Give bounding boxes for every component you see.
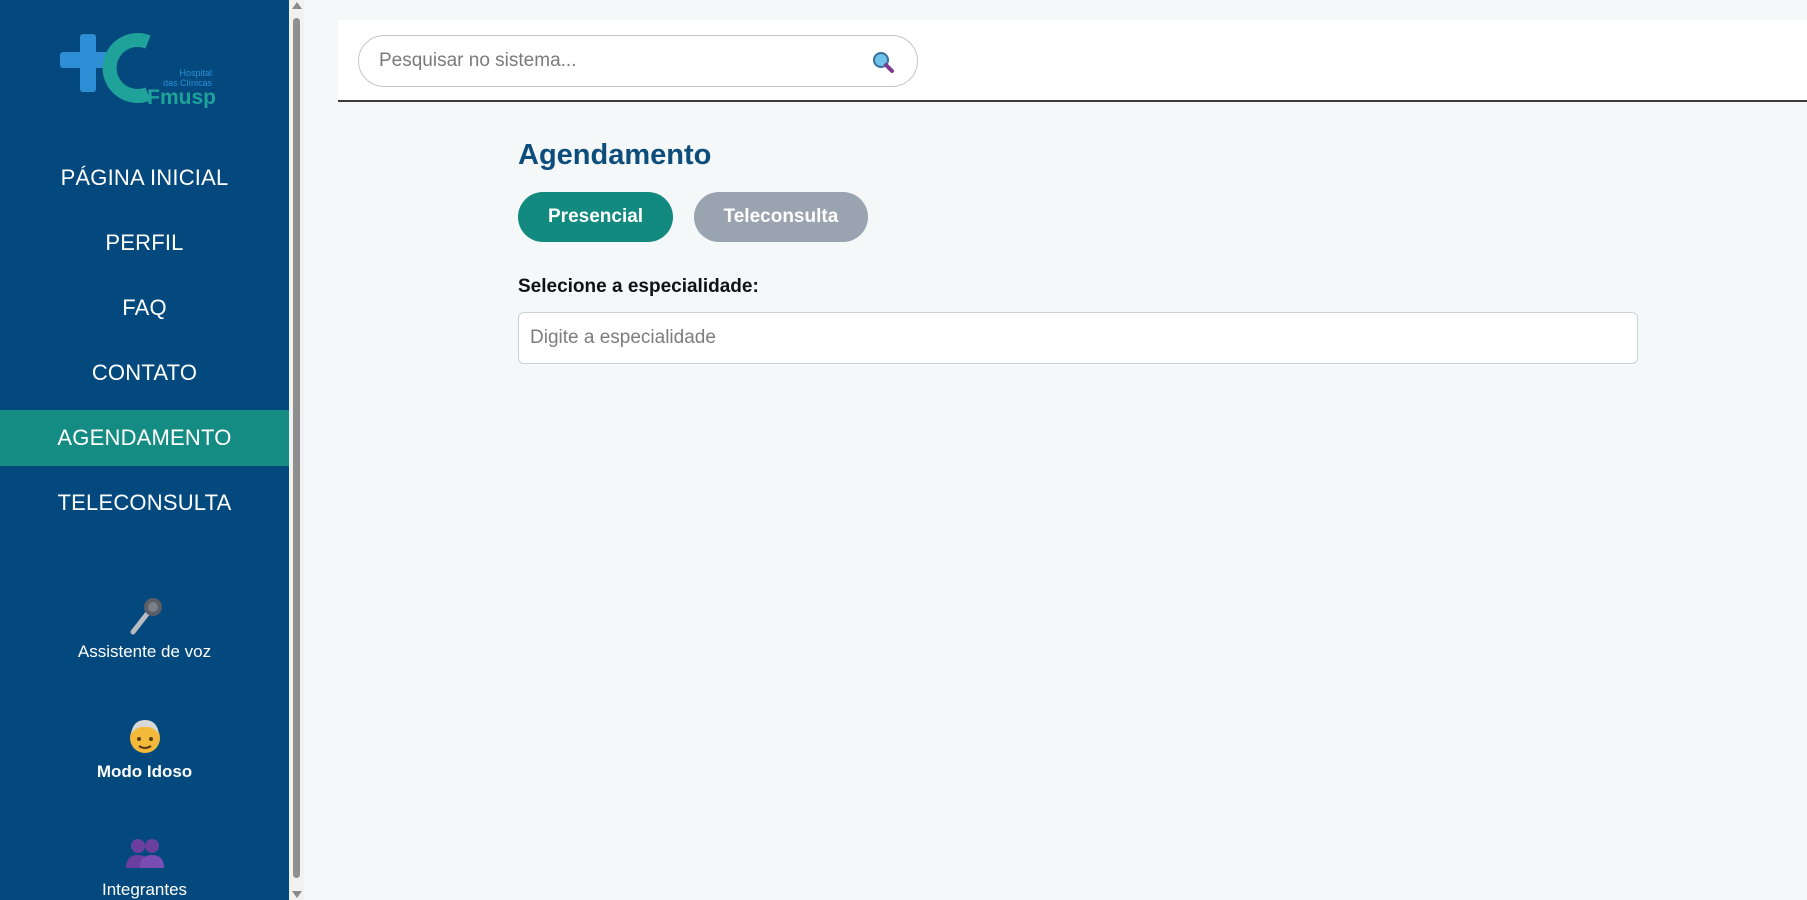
specialty-label: Selecione a especialidade: — [518, 276, 759, 297]
sidebar-item-perfil[interactable]: PERFIL — [0, 215, 289, 271]
search-box — [358, 35, 918, 87]
elder-mode-label: Modo Idoso — [96, 762, 193, 781]
scroll-up-arrow-icon[interactable] — [292, 2, 302, 9]
search-icon[interactable] — [871, 50, 895, 74]
sidebar: Hospital das Clínicas Fmusp PÁGINA INICI… — [0, 0, 289, 900]
sidebar-item-pagina-inicial[interactable]: PÁGINA INICIAL — [0, 150, 289, 206]
specialty-input[interactable] — [518, 312, 1638, 364]
sidebar-item-contato[interactable]: CONTATO — [0, 345, 289, 401]
sidebar-item-agendamento[interactable]: AGENDAMENTO — [0, 410, 289, 466]
scroll-down-arrow-icon[interactable] — [292, 891, 302, 898]
sidebar-scrollbar[interactable] — [289, 0, 304, 900]
page-title: Agendamento — [518, 139, 712, 171]
voice-assistant-label: Assistente de voz — [77, 642, 212, 661]
logo-text-line-1: Hospital — [179, 68, 212, 78]
hospital-logo[interactable]: Hospital das Clínicas Fmusp — [60, 32, 220, 108]
team-members-label: Integrantes — [101, 880, 188, 899]
appointment-mode-toggle: Presencial Teleconsulta — [518, 192, 1638, 242]
elderly-person-icon — [129, 720, 160, 753]
microphone-icon — [130, 598, 162, 635]
group-people-icon — [125, 839, 164, 868]
elder-mode-button[interactable]: Modo Idoso — [0, 714, 289, 782]
hc-logo-icon: Hospital das Clínicas Fmusp — [60, 33, 216, 108]
teleconsulta-button[interactable]: Teleconsulta — [693, 192, 869, 242]
presencial-button[interactable]: Presencial — [518, 192, 674, 242]
voice-assistant-button[interactable]: Assistente de voz — [0, 594, 289, 662]
sidebar-item-teleconsulta[interactable]: TELECONSULTA — [0, 475, 289, 531]
sidebar-item-faq[interactable]: FAQ — [0, 280, 289, 336]
scroll-thumb[interactable] — [293, 18, 300, 878]
logo-text-line-3: Fmusp — [147, 86, 216, 108]
main-content: Agendamento Presencial Teleconsulta Sele… — [518, 130, 1638, 364]
sidebar-nav: PÁGINA INICIAL PERFIL FAQ CONTATO AGENDA… — [0, 150, 289, 540]
top-header — [338, 20, 1807, 102]
team-members-button[interactable]: Integrantes — [0, 832, 289, 900]
search-input[interactable] — [379, 36, 849, 86]
